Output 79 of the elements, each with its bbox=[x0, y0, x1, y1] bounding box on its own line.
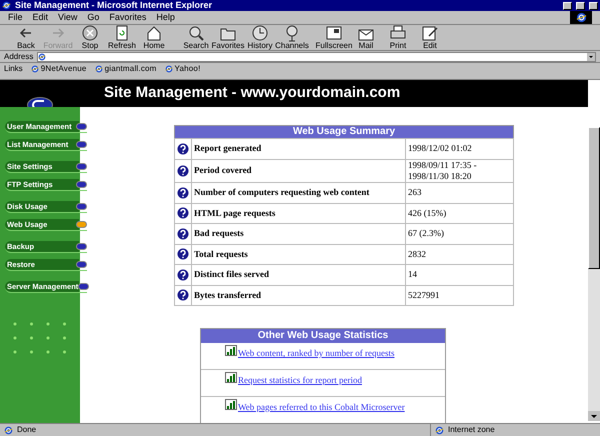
link-item[interactable]: giantmall.com bbox=[94, 62, 157, 74]
zone-text: Internet zone bbox=[448, 424, 495, 436]
scroll-down-icon[interactable] bbox=[588, 411, 600, 421]
toolbar-button[interactable]: Search bbox=[180, 24, 212, 50]
page-icon bbox=[30, 64, 39, 72]
help-icon[interactable] bbox=[177, 164, 189, 177]
table-cell: Bytes transferred bbox=[192, 285, 406, 306]
toolbar-button[interactable]: Favorites bbox=[212, 24, 244, 50]
table-title: Web Usage Summary bbox=[174, 126, 514, 138]
toolbar-button[interactable]: Print bbox=[382, 24, 414, 50]
address-label: Address bbox=[4, 50, 34, 62]
help-icon[interactable] bbox=[177, 289, 189, 302]
minimize-button[interactable] bbox=[563, 2, 572, 10]
menu-item[interactable]: Help bbox=[156, 10, 175, 24]
toolbar-button[interactable]: Channels bbox=[276, 24, 308, 50]
table-cell: Bad requests bbox=[192, 224, 406, 244]
search-icon bbox=[187, 24, 205, 42]
link-item[interactable]: 9NetAvenue bbox=[30, 62, 87, 74]
browser-logo-icon bbox=[2, 1, 11, 10]
fullscreen-icon bbox=[325, 24, 343, 42]
stop-icon bbox=[81, 24, 99, 42]
page-icon bbox=[94, 64, 103, 72]
help-icon[interactable] bbox=[177, 268, 189, 281]
table-cell: Period covered bbox=[192, 159, 406, 182]
stats-link[interactable]: Request statistics for report period bbox=[238, 374, 362, 388]
help-icon[interactable] bbox=[177, 142, 189, 155]
page-icon bbox=[38, 52, 46, 60]
menu-item[interactable]: Go bbox=[87, 10, 100, 24]
table-cell: Total requests bbox=[192, 244, 406, 264]
table-cell: Distinct files served bbox=[192, 264, 406, 285]
bar-chart-icon bbox=[225, 345, 237, 356]
table-cell: 67 (2.3%) bbox=[406, 224, 514, 244]
menu-item[interactable]: File bbox=[8, 10, 23, 24]
stats-link[interactable]: Web content, ranked by number of requests bbox=[238, 347, 394, 360]
help-icon[interactable] bbox=[177, 207, 189, 220]
status-text: Done bbox=[17, 424, 36, 436]
close-button[interactable] bbox=[589, 2, 598, 10]
home-icon bbox=[145, 24, 163, 42]
bar-chart-icon bbox=[225, 372, 237, 383]
page-icon bbox=[164, 64, 173, 72]
page-header: Site Management - www.yourdomain.com bbox=[103, 83, 402, 104]
table-cell: 1998/09/11 17:35 - 1998/11/30 18:20 bbox=[406, 159, 514, 182]
scrollbar-thumb[interactable] bbox=[588, 127, 600, 269]
links-label: Links bbox=[4, 62, 23, 74]
table-cell: Number of computers requesting web content bbox=[192, 182, 406, 203]
browser-logo-icon bbox=[576, 12, 586, 23]
help-icon[interactable] bbox=[177, 186, 189, 199]
table-cell: Report generated bbox=[192, 138, 406, 159]
dropdown-arrow-icon[interactable] bbox=[587, 52, 595, 60]
table-cell: HTML page requests bbox=[192, 203, 406, 224]
page-icon bbox=[4, 426, 13, 434]
table-cell: 5227991 bbox=[406, 285, 514, 306]
bar-chart-icon bbox=[225, 399, 237, 410]
help-icon[interactable] bbox=[177, 248, 189, 260]
toolbar-button[interactable]: History bbox=[244, 24, 276, 50]
edit-icon bbox=[421, 24, 439, 42]
toolbar-button[interactable]: Edit bbox=[414, 24, 446, 50]
address-field[interactable] bbox=[37, 52, 596, 62]
toolbar-button[interactable]: Home bbox=[138, 24, 170, 50]
table-cell: 1998/12/02 01:02 bbox=[406, 138, 514, 159]
table-cell: 14 bbox=[406, 264, 514, 285]
toolbar-button[interactable]: Refresh bbox=[106, 24, 138, 50]
link-item[interactable]: Yahoo! bbox=[164, 62, 200, 74]
toolbar-button[interactable]: Stop bbox=[74, 24, 106, 50]
help-icon[interactable] bbox=[177, 228, 189, 240]
toolbar-button[interactable]: Back bbox=[10, 24, 42, 50]
table-cell: 426 (15%) bbox=[406, 203, 514, 224]
menu-item[interactable]: Favorites bbox=[109, 10, 146, 24]
window-title: Site Management - Microsoft Internet Explorer bbox=[15, 1, 212, 10]
table-cell: 263 bbox=[406, 182, 514, 203]
menu-item[interactable]: View bbox=[58, 10, 78, 24]
maximize-button[interactable] bbox=[576, 2, 585, 10]
globe-icon bbox=[435, 426, 444, 434]
panel-title: Other Web Usage Statistics bbox=[201, 329, 445, 343]
toolbar-button[interactable]: Fullscreen bbox=[318, 24, 350, 50]
history-icon bbox=[251, 24, 269, 42]
stats-link[interactable]: Web pages referred to this Cobalt Microserver bbox=[238, 401, 405, 414]
menu-item[interactable]: Edit bbox=[32, 10, 48, 24]
table-cell: 2832 bbox=[406, 244, 514, 264]
